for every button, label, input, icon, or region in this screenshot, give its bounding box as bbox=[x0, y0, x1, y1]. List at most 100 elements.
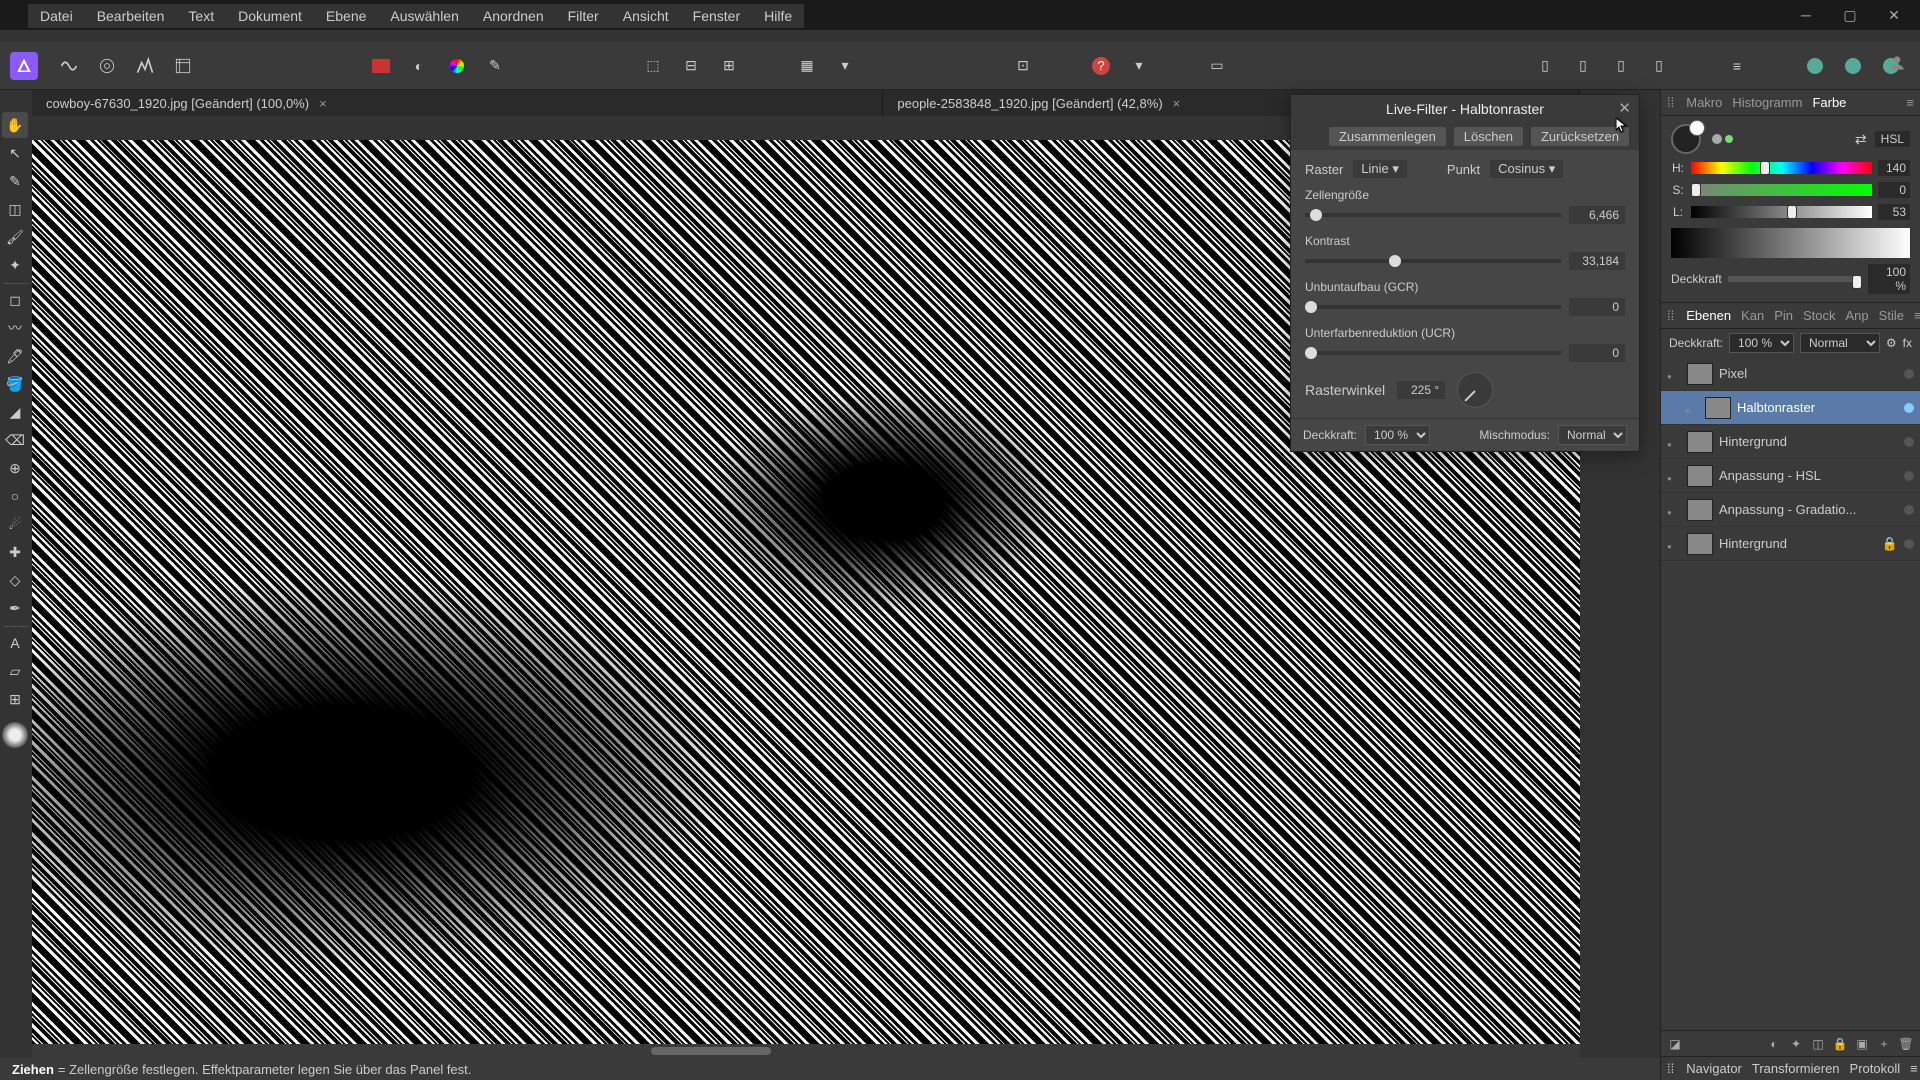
menu-text[interactable]: Text bbox=[176, 6, 226, 26]
selection-brush-icon[interactable]: 🖌 bbox=[2, 224, 28, 250]
tab-farbe[interactable]: Farbe bbox=[1812, 95, 1846, 110]
arrange-1-icon[interactable]: ▯ bbox=[1528, 49, 1562, 83]
menu-dokument[interactable]: Dokument bbox=[226, 6, 314, 26]
arrange-2-icon[interactable]: ▯ bbox=[1566, 49, 1600, 83]
layer-row[interactable]: Anpassung - Gradatio... bbox=[1661, 493, 1920, 527]
arrange-3-icon[interactable]: ▯ bbox=[1604, 49, 1638, 83]
tab-kan[interactable]: Kan bbox=[1741, 308, 1764, 323]
close-icon[interactable]: × bbox=[319, 96, 327, 111]
visibility-icon[interactable] bbox=[1685, 401, 1699, 415]
dodge-icon[interactable]: ○ bbox=[2, 483, 28, 509]
delete-layer-icon[interactable]: 🗑 bbox=[1898, 1036, 1914, 1052]
menu-anordnen[interactable]: Anordnen bbox=[471, 6, 556, 26]
arrange-4-icon[interactable]: ▯ bbox=[1642, 49, 1676, 83]
lig-slider[interactable] bbox=[1691, 206, 1872, 218]
dialog-opacity-dropdown[interactable]: 100 % bbox=[1365, 425, 1430, 445]
help-icon[interactable]: ? bbox=[1084, 49, 1118, 83]
sync-1-icon[interactable] bbox=[1798, 49, 1832, 83]
visibility-icon[interactable] bbox=[1667, 503, 1681, 517]
cellsize-slider[interactable] bbox=[1305, 213, 1561, 217]
gcr-value[interactable]: 0 bbox=[1569, 298, 1625, 316]
close-icon[interactable]: × bbox=[1173, 96, 1181, 111]
swatch-color-icon[interactable] bbox=[440, 49, 474, 83]
minimize-button[interactable]: ─ bbox=[1784, 0, 1828, 30]
contrast-value[interactable]: 33,184 bbox=[1569, 252, 1625, 270]
color-mode[interactable]: HSL bbox=[1875, 131, 1910, 147]
layer-row[interactable]: Halbtonraster bbox=[1661, 391, 1920, 425]
close-icon[interactable]: ✕ bbox=[1618, 99, 1631, 117]
tab-histogramm[interactable]: Histogramm bbox=[1732, 95, 1802, 110]
tab-navigator[interactable]: Navigator bbox=[1686, 1061, 1742, 1076]
opacity-slider[interactable] bbox=[1728, 276, 1862, 282]
gear-icon[interactable]: ⚙ bbox=[1886, 336, 1897, 350]
visibility-icon[interactable] bbox=[1667, 367, 1681, 381]
menu-filter[interactable]: Filter bbox=[556, 6, 611, 26]
menu-ebene[interactable]: Ebene bbox=[314, 6, 378, 26]
mask-icon[interactable]: ◪ bbox=[1667, 1036, 1683, 1052]
persona-liquify-icon[interactable] bbox=[90, 49, 124, 83]
mesh-icon[interactable]: ⊞ bbox=[2, 686, 28, 712]
clone-icon[interactable]: ⊕ bbox=[2, 455, 28, 481]
erase-icon[interactable]: ⌫ bbox=[2, 427, 28, 453]
ucr-slider[interactable] bbox=[1305, 351, 1561, 355]
horizontal-scrollbar[interactable] bbox=[32, 1044, 1580, 1058]
gradient-icon[interactable]: ◢ bbox=[2, 399, 28, 425]
fx-icon[interactable]: ✦ bbox=[1788, 1036, 1804, 1052]
layer-opacity-dropdown[interactable]: 100 % bbox=[1729, 333, 1794, 353]
tab-ebenen[interactable]: Ebenen bbox=[1686, 308, 1731, 323]
selection-add-icon[interactable]: ⊞ bbox=[712, 49, 746, 83]
text-icon[interactable]: A bbox=[2, 630, 28, 656]
color-swatch[interactable] bbox=[1671, 124, 1701, 154]
pen-icon[interactable]: ✒ bbox=[2, 595, 28, 621]
document-tab[interactable]: cowboy-67630_1920.jpg [Geändert] (100,0%… bbox=[32, 90, 883, 116]
swatch-tool-icon[interactable]: ◐ bbox=[402, 49, 436, 83]
tab-anp[interactable]: Anp bbox=[1846, 308, 1869, 323]
gcr-slider[interactable] bbox=[1305, 305, 1561, 309]
tab-makro[interactable]: Makro bbox=[1686, 95, 1722, 110]
layer-blend-dropdown[interactable]: Normal bbox=[1800, 333, 1880, 353]
angle-value[interactable]: 225 ° bbox=[1397, 381, 1445, 399]
freehand-icon[interactable]: 〰 bbox=[2, 315, 28, 341]
crop-icon[interactable]: ◫ bbox=[1810, 1036, 1826, 1052]
hue-slider[interactable] bbox=[1691, 162, 1872, 174]
flood-select-icon[interactable]: ✦ bbox=[2, 252, 28, 278]
tab-protokoll[interactable]: Protokoll bbox=[1850, 1061, 1901, 1076]
panel-menu-icon[interactable]: ≡ bbox=[1914, 308, 1920, 323]
heal-icon[interactable]: ✚ bbox=[2, 539, 28, 565]
menu-datei[interactable]: Datei bbox=[28, 6, 85, 26]
dialog-blend-dropdown[interactable]: Normal bbox=[1558, 425, 1627, 445]
reset-button[interactable]: Zurücksetzen bbox=[1531, 127, 1629, 146]
opacity-value[interactable]: 100 % bbox=[1868, 264, 1910, 294]
patch-icon[interactable]: ◇ bbox=[2, 567, 28, 593]
tab-transformieren[interactable]: Transformieren bbox=[1752, 1061, 1840, 1076]
account-icon[interactable] bbox=[1882, 48, 1912, 78]
visibility-icon[interactable] bbox=[1667, 537, 1681, 551]
hand-tool-icon[interactable]: ✋ bbox=[2, 112, 28, 138]
merge-button[interactable]: Zusammenlegen bbox=[1329, 127, 1446, 146]
color-picker-icon[interactable]: ✎ bbox=[2, 168, 28, 194]
selection-remove-icon[interactable]: ⊟ bbox=[674, 49, 708, 83]
layer-row[interactable]: Anpassung - HSL bbox=[1661, 459, 1920, 493]
close-button[interactable]: ✕ bbox=[1872, 0, 1916, 30]
swatch-red-icon[interactable] bbox=[364, 49, 398, 83]
punkt-dropdown[interactable]: Cosinus ▾ bbox=[1490, 160, 1563, 178]
add-layer-icon[interactable]: + bbox=[1876, 1036, 1892, 1052]
tab-stile[interactable]: Stile bbox=[1879, 308, 1904, 323]
fx-icon[interactable]: fx bbox=[1903, 336, 1912, 350]
selection-rect-icon[interactable]: ⬚ bbox=[636, 49, 670, 83]
group-icon[interactable]: ▣ bbox=[1854, 1036, 1870, 1052]
panel-menu-icon[interactable]: ≡ bbox=[1906, 95, 1914, 110]
ucr-value[interactable]: 0 bbox=[1569, 344, 1625, 362]
lock-icon[interactable]: 🔒 bbox=[1832, 1036, 1848, 1052]
menu-fenster[interactable]: Fenster bbox=[681, 6, 752, 26]
menu-auswählen[interactable]: Auswählen bbox=[378, 6, 471, 26]
sync-2-icon[interactable] bbox=[1836, 49, 1870, 83]
tab-pin[interactable]: Pin bbox=[1774, 308, 1793, 323]
adj-icon[interactable]: ◐ bbox=[1766, 1036, 1782, 1052]
crop-icon[interactable]: ⊡ bbox=[1006, 49, 1040, 83]
assign-tool-icon[interactable]: ✎ bbox=[478, 49, 512, 83]
dropdown-icon[interactable]: ▾ bbox=[828, 49, 862, 83]
crop-tool-icon[interactable]: ◫ bbox=[2, 196, 28, 222]
toggle-ui-icon[interactable]: ▭ bbox=[1200, 49, 1234, 83]
cellsize-value[interactable]: 6,466 bbox=[1569, 206, 1625, 224]
